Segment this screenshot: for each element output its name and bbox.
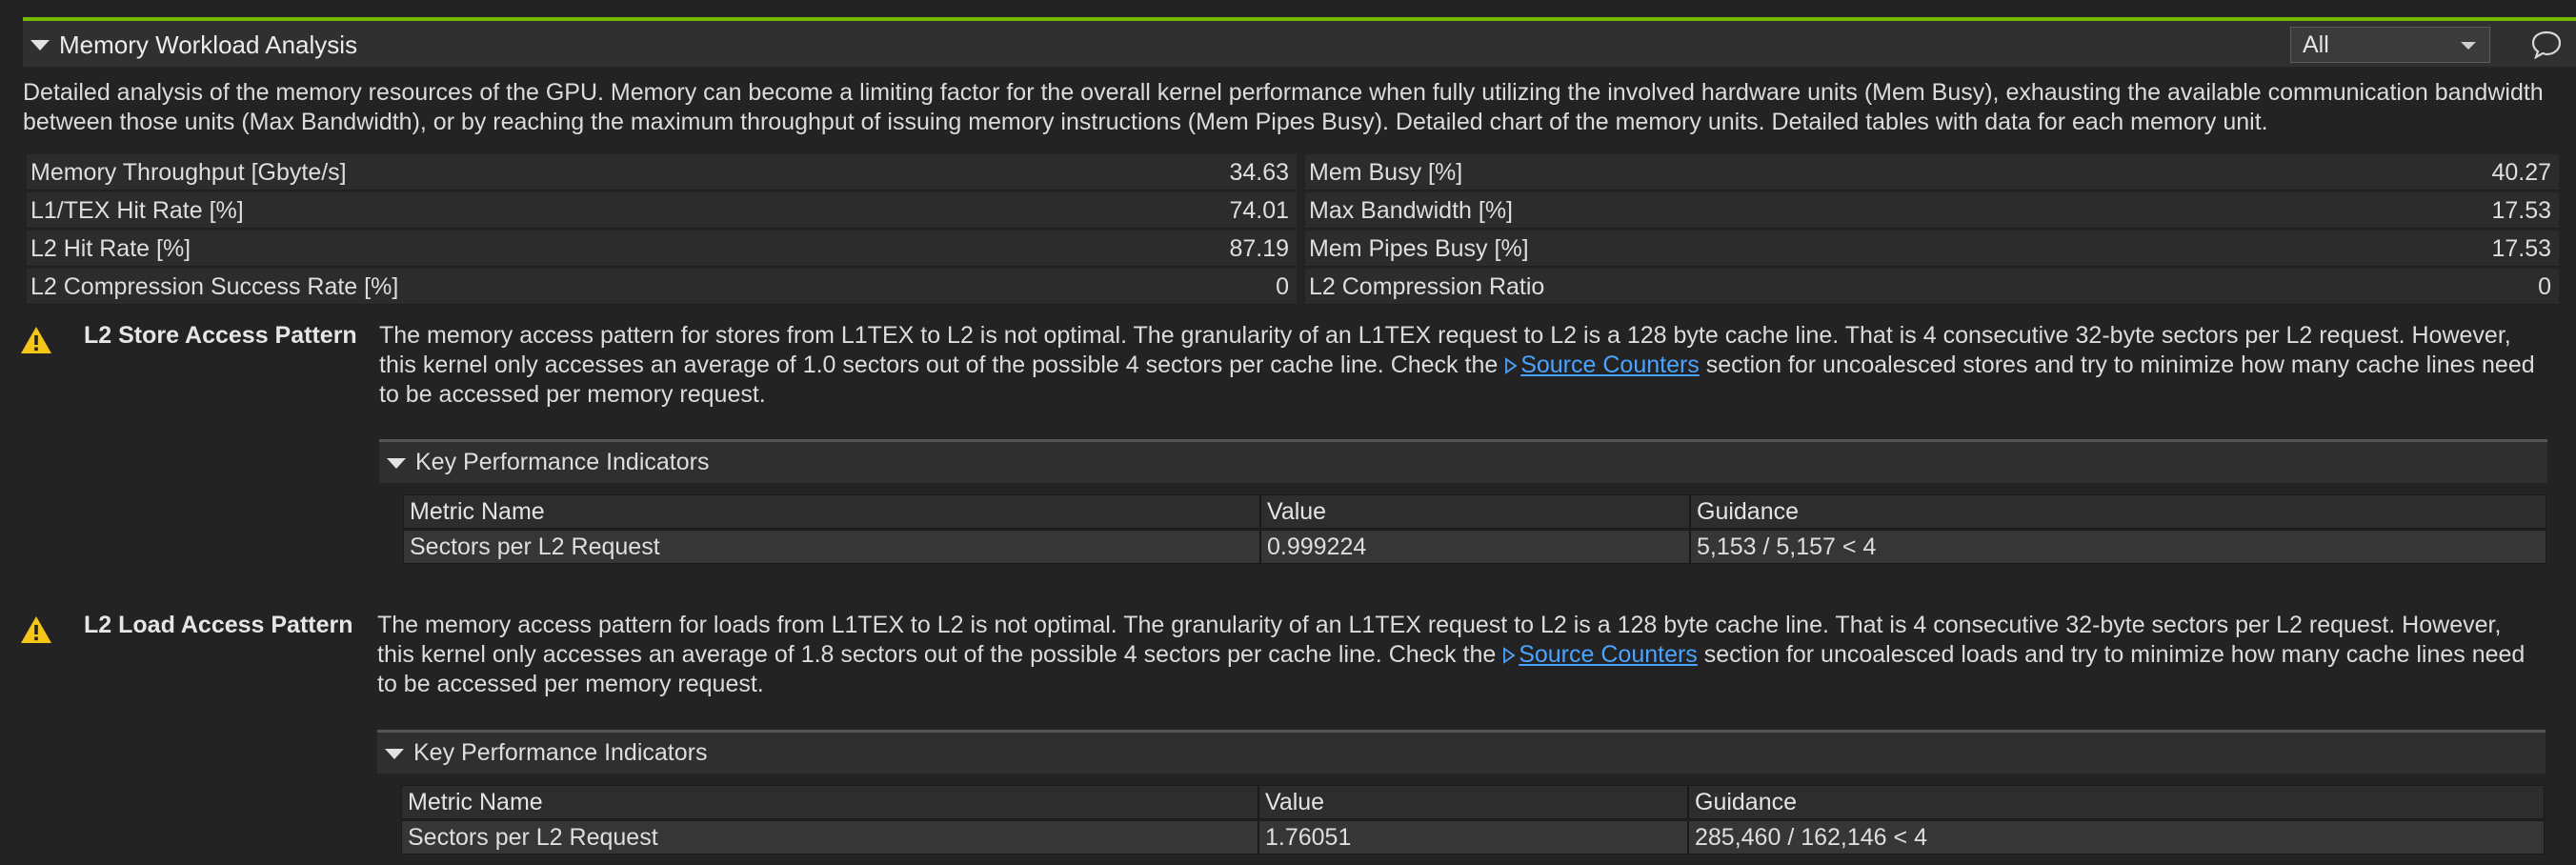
section-description: Detailed analysis of the memory resource… bbox=[23, 79, 2544, 135]
kpi-title: Key Performance Indicators bbox=[415, 449, 710, 475]
metric-value: 17.53 bbox=[2491, 235, 2551, 262]
rule-name: L2 Store Access Pattern bbox=[84, 322, 357, 349]
metric-label: L2 Compression Ratio bbox=[1309, 273, 1545, 300]
memory-workload-analysis-section: Memory Workload Analysis All Detailed an… bbox=[0, 0, 2576, 865]
filter-value: All bbox=[2303, 31, 2329, 58]
kpi-table: Metric Name Value Guidance Sectors per L… bbox=[403, 494, 2546, 565]
cell-value: 0.999224 bbox=[1260, 530, 1690, 564]
kpi-table: Metric Name Value Guidance Sectors per L… bbox=[401, 785, 2545, 855]
link-text: Source Counters bbox=[1520, 352, 1700, 378]
metric-label: L2 Compression Success Rate [%] bbox=[30, 273, 399, 300]
rule-name: L2 Load Access Pattern bbox=[84, 612, 353, 638]
play-icon bbox=[1503, 647, 1516, 664]
metric-value: 74.01 bbox=[1229, 197, 1289, 224]
warning-icon bbox=[21, 616, 51, 643]
metric-cell: L2 Hit Rate [%] 87.19 bbox=[27, 231, 1297, 267]
metric-value: 87.19 bbox=[1229, 235, 1289, 262]
metrics-row: Memory Throughput [Gbyte/s] 34.63 Mem Bu… bbox=[27, 154, 2559, 192]
kpi-header-row: Metric Name Value Guidance bbox=[401, 785, 2545, 820]
collapse-triangle-icon[interactable] bbox=[30, 40, 50, 50]
table-row[interactable]: Sectors per L2 Request 0.999224 5,153 / … bbox=[403, 530, 2546, 565]
metric-value: 17.53 bbox=[2491, 197, 2551, 224]
metric-value: 40.27 bbox=[2491, 159, 2551, 186]
column-header[interactable]: Metric Name bbox=[401, 785, 1258, 819]
metrics-row: L2 Compression Success Rate [%] 0 L2 Com… bbox=[27, 269, 2559, 307]
metric-value: 0 bbox=[1276, 273, 1289, 300]
column-header[interactable]: Value bbox=[1258, 785, 1688, 819]
cell-guidance: 285,460 / 162,146 < 4 bbox=[1688, 820, 2545, 855]
column-header[interactable]: Metric Name bbox=[403, 494, 1260, 529]
column-header[interactable]: Value bbox=[1260, 494, 1690, 529]
metric-cell: L1/TEX Hit Rate [%] 74.01 bbox=[27, 192, 1297, 229]
metrics-table: Memory Throughput [Gbyte/s] 34.63 Mem Bu… bbox=[27, 154, 2559, 307]
source-counters-link[interactable]: Source Counters bbox=[1502, 641, 1698, 668]
metric-value: 34.63 bbox=[1229, 159, 1289, 186]
metric-label: Memory Throughput [Gbyte/s] bbox=[30, 159, 347, 186]
metric-label: Max Bandwidth [%] bbox=[1309, 197, 1513, 224]
warning-icon bbox=[21, 327, 51, 353]
filter-dropdown[interactable]: All bbox=[2290, 27, 2490, 63]
metric-label: Mem Pipes Busy [%] bbox=[1309, 235, 1529, 262]
play-icon bbox=[1505, 357, 1518, 374]
section-title: Memory Workload Analysis bbox=[59, 30, 358, 59]
metric-cell: Mem Busy [%] 40.27 bbox=[1305, 154, 2559, 191]
link-text: Source Counters bbox=[1519, 641, 1698, 668]
rule-l2-store-access-pattern: L2 Store Access Pattern The memory acces… bbox=[0, 321, 2576, 572]
metric-cell: L2 Compression Ratio 0 bbox=[1305, 269, 2559, 305]
rule-l2-load-access-pattern: L2 Load Access Pattern The memory access… bbox=[0, 611, 2576, 865]
kpi-header-row: Metric Name Value Guidance bbox=[403, 494, 2546, 530]
cell-guidance: 5,153 / 5,157 < 4 bbox=[1690, 530, 2546, 564]
collapse-triangle-icon[interactable] bbox=[385, 749, 404, 759]
metric-cell: Mem Pipes Busy [%] 17.53 bbox=[1305, 231, 2559, 267]
metrics-row: L2 Hit Rate [%] 87.19 Mem Pipes Busy [%]… bbox=[27, 231, 2559, 269]
metric-cell: Memory Throughput [Gbyte/s] 34.63 bbox=[27, 154, 1297, 191]
rule-message: The memory access pattern for loads from… bbox=[377, 611, 2540, 699]
column-header[interactable]: Guidance bbox=[1688, 785, 2545, 819]
cell-metric-name: Sectors per L2 Request bbox=[401, 820, 1258, 855]
kpi-title: Key Performance Indicators bbox=[413, 739, 708, 766]
metric-label: L1/TEX Hit Rate [%] bbox=[30, 197, 244, 224]
column-header[interactable]: Guidance bbox=[1690, 494, 2546, 529]
metric-cell: Max Bandwidth [%] 17.53 bbox=[1305, 192, 2559, 229]
rule-message: The memory access pattern for stores fro… bbox=[379, 321, 2542, 410]
cell-metric-name: Sectors per L2 Request bbox=[403, 530, 1260, 564]
metric-value: 0 bbox=[2538, 273, 2551, 300]
metric-label: Mem Busy [%] bbox=[1309, 159, 1463, 186]
cell-value: 1.76051 bbox=[1258, 820, 1688, 855]
kpi-header[interactable]: Key Performance Indicators bbox=[379, 439, 2547, 483]
metrics-row: L1/TEX Hit Rate [%] 74.01 Max Bandwidth … bbox=[27, 192, 2559, 231]
section-header[interactable]: Memory Workload Analysis All bbox=[23, 17, 2576, 67]
chevron-down-icon bbox=[2461, 42, 2476, 50]
collapse-triangle-icon[interactable] bbox=[387, 458, 406, 469]
kpi-header[interactable]: Key Performance Indicators bbox=[377, 730, 2546, 774]
metric-label: L2 Hit Rate [%] bbox=[30, 235, 191, 262]
table-row[interactable]: Sectors per L2 Request 1.76051 285,460 /… bbox=[401, 820, 2545, 855]
metric-cell: L2 Compression Success Rate [%] 0 bbox=[27, 269, 1297, 305]
comment-icon[interactable] bbox=[2530, 29, 2563, 59]
source-counters-link[interactable]: Source Counters bbox=[1504, 352, 1700, 378]
